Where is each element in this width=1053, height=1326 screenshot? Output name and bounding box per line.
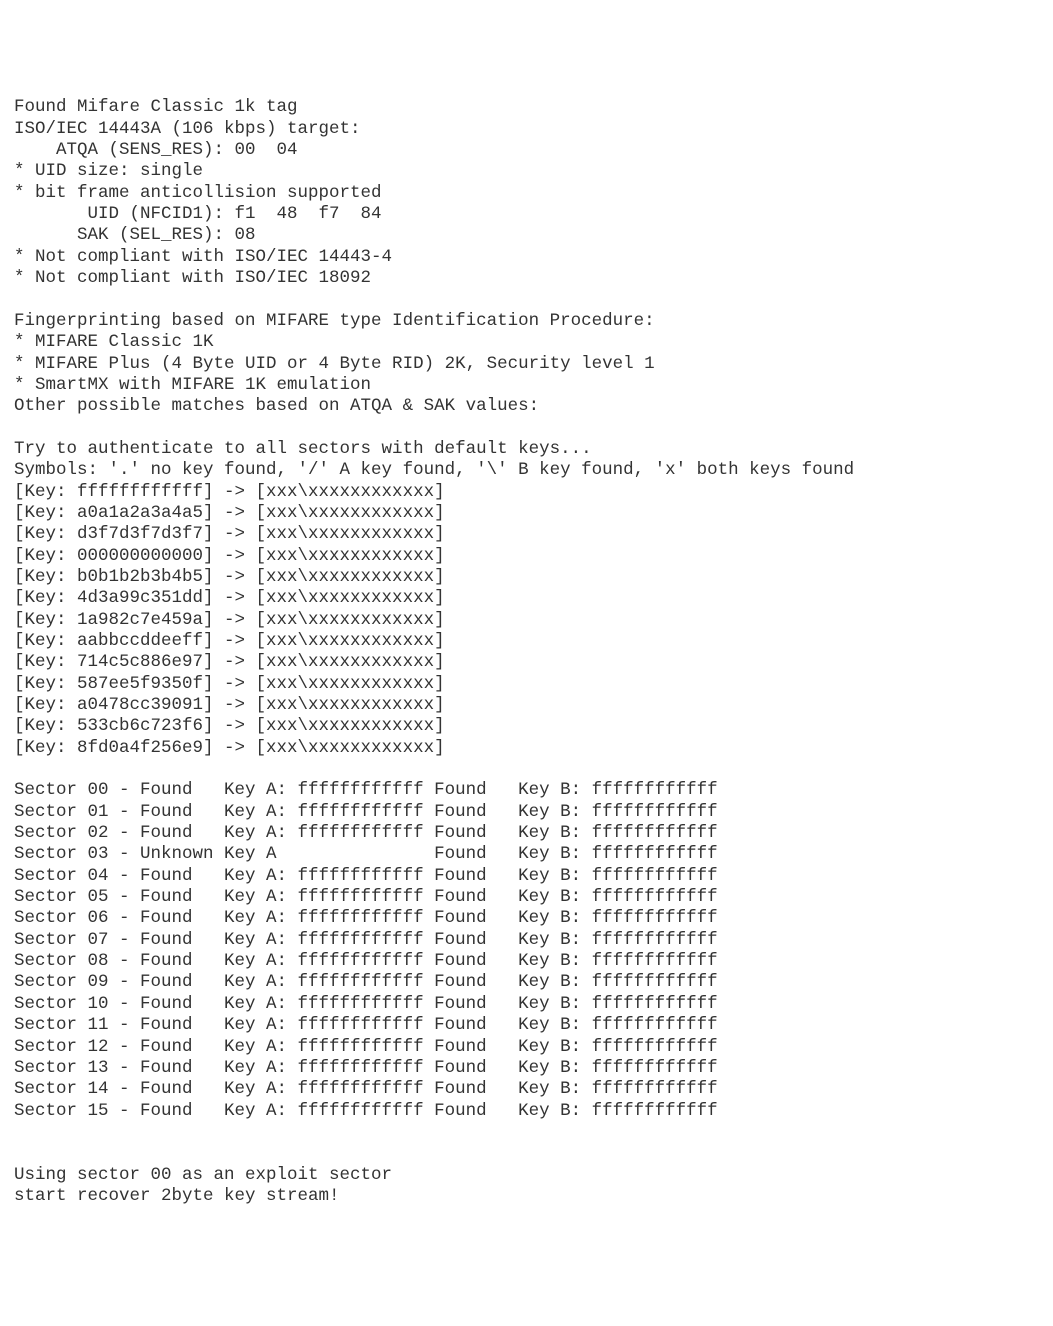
sector-line: Sector 13 - Found Key A: ffffffffffff Fo… <box>14 1058 718 1078</box>
terminal-output: Found Mifare Classic 1k tag ISO/IEC 1444… <box>14 97 1039 1207</box>
key-line: [Key: 8fd0a4f256e9] -> [xxx\xxxxxxxxxxxx… <box>14 738 445 758</box>
fingerprint-item-3: * SmartMX with MIFARE 1K emulation <box>14 375 371 395</box>
atqa-line: ATQA (SENS_RES): 00 04 <box>14 140 298 160</box>
exploit-line: Using sector 00 as an exploit sector <box>14 1165 392 1185</box>
fingerprint-item-1: * MIFARE Classic 1K <box>14 332 214 352</box>
not-compliant-14443-line: * Not compliant with ISO/IEC 14443-4 <box>14 247 392 267</box>
sector-line: Sector 06 - Found Key A: ffffffffffff Fo… <box>14 908 718 928</box>
sector-line: Sector 15 - Found Key A: ffffffffffff Fo… <box>14 1101 718 1121</box>
key-line: [Key: ffffffffffff] -> [xxx\xxxxxxxxxxxx… <box>14 482 445 502</box>
uid-line: UID (NFCID1): f1 48 f7 84 <box>14 204 382 224</box>
sector-line: Sector 10 - Found Key A: ffffffffffff Fo… <box>14 994 718 1014</box>
iso-target-line: ISO/IEC 14443A (106 kbps) target: <box>14 119 361 139</box>
key-line: [Key: a0478cc39091] -> [xxx\xxxxxxxxxxxx… <box>14 695 445 715</box>
uid-size-line: * UID size: single <box>14 161 203 181</box>
sak-line: SAK (SEL_RES): 08 <box>14 225 256 245</box>
bit-frame-line: * bit frame anticollision supported <box>14 183 382 203</box>
sector-line: Sector 12 - Found Key A: ffffffffffff Fo… <box>14 1037 718 1057</box>
sector-line: Sector 09 - Found Key A: ffffffffffff Fo… <box>14 972 718 992</box>
fingerprint-title: Fingerprinting based on MIFARE type Iden… <box>14 311 655 331</box>
sector-line: Sector 03 - Unknown Key A Found Key B: f… <box>14 844 718 864</box>
sector-line: Sector 02 - Found Key A: ffffffffffff Fo… <box>14 823 718 843</box>
sector-line: Sector 05 - Found Key A: ffffffffffff Fo… <box>14 887 718 907</box>
key-line: [Key: b0b1b2b3b4b5] -> [xxx\xxxxxxxxxxxx… <box>14 567 445 587</box>
key-line: [Key: 714c5c886e97] -> [xxx\xxxxxxxxxxxx… <box>14 652 445 672</box>
sector-line: Sector 00 - Found Key A: ffffffffffff Fo… <box>14 780 718 800</box>
sector-line: Sector 01 - Found Key A: ffffffffffff Fo… <box>14 802 718 822</box>
fingerprint-item-2: * MIFARE Plus (4 Byte UID or 4 Byte RID)… <box>14 354 655 374</box>
sector-line: Sector 11 - Found Key A: ffffffffffff Fo… <box>14 1015 718 1035</box>
key-line: [Key: aabbccddeeff] -> [xxx\xxxxxxxxxxxx… <box>14 631 445 651</box>
key-line: [Key: d3f7d3f7d3f7] -> [xxx\xxxxxxxxxxxx… <box>14 524 445 544</box>
not-compliant-18092-line: * Not compliant with ISO/IEC 18092 <box>14 268 371 288</box>
sector-line: Sector 04 - Found Key A: ffffffffffff Fo… <box>14 866 718 886</box>
key-line: [Key: a0a1a2a3a4a5] -> [xxx\xxxxxxxxxxxx… <box>14 503 445 523</box>
recover-line: start recover 2byte key stream! <box>14 1186 340 1206</box>
fingerprint-other: Other possible matches based on ATQA & S… <box>14 396 539 416</box>
key-line: [Key: 533cb6c723f6] -> [xxx\xxxxxxxxxxxx… <box>14 716 445 736</box>
auth-symbols-line: Symbols: '.' no key found, '/' A key fou… <box>14 460 854 480</box>
sector-line: Sector 07 - Found Key A: ffffffffffff Fo… <box>14 930 718 950</box>
key-line: [Key: 4d3a99c351dd] -> [xxx\xxxxxxxxxxxx… <box>14 588 445 608</box>
key-line: [Key: 000000000000] -> [xxx\xxxxxxxxxxxx… <box>14 546 445 566</box>
sector-line: Sector 14 - Found Key A: ffffffffffff Fo… <box>14 1079 718 1099</box>
key-line: [Key: 587ee5f9350f] -> [xxx\xxxxxxxxxxxx… <box>14 674 445 694</box>
key-line: [Key: 1a982c7e459a] -> [xxx\xxxxxxxxxxxx… <box>14 610 445 630</box>
auth-try-line: Try to authenticate to all sectors with … <box>14 439 592 459</box>
found-tag-line: Found Mifare Classic 1k tag <box>14 97 298 117</box>
sector-line: Sector 08 - Found Key A: ffffffffffff Fo… <box>14 951 718 971</box>
